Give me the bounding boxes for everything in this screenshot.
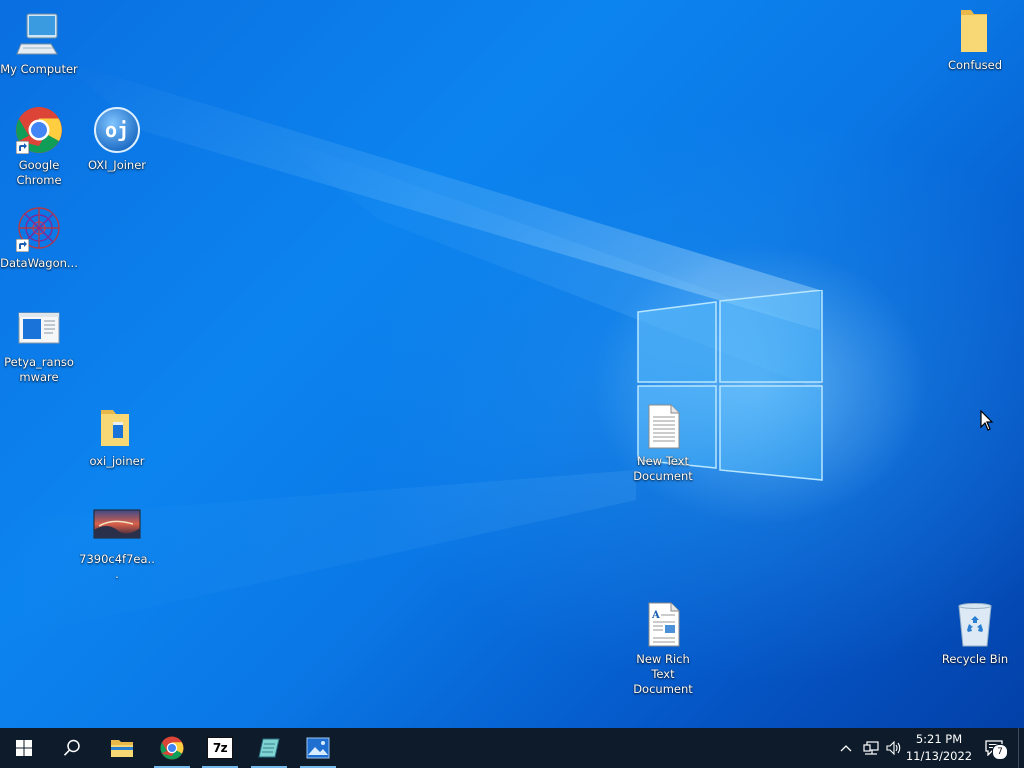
desktop-icon-new-text-document[interactable]: New Text Document <box>624 402 702 484</box>
photos-icon <box>306 737 330 759</box>
search-button[interactable] <box>48 728 96 768</box>
desktop-icon-my-computer[interactable]: My Computer <box>0 10 78 77</box>
desktop-icon-label: New Text Document <box>633 454 693 483</box>
desktop-icon-oxi-joiner-app[interactable]: oj OXI_Joiner <box>78 106 156 173</box>
text-document-icon <box>639 402 687 450</box>
svg-text:A: A <box>651 610 660 621</box>
chrome-icon <box>15 106 63 154</box>
desktop-icon-label: 7390c4f7ea... <box>79 552 155 581</box>
desktop-icon-label: Google Chrome <box>16 158 62 187</box>
desktop[interactable]: My Computer Google Chrome oj OXI_Joiner … <box>0 0 1024 728</box>
desktop-icon-google-chrome[interactable]: Google Chrome <box>0 106 78 188</box>
desktop-icon-label: DataWagon... <box>0 256 78 270</box>
chrome-icon <box>160 736 184 760</box>
desktop-icon-datawagon[interactable]: DataWagon... <box>0 204 78 271</box>
desktop-icon-label: New Rich Text Document <box>633 652 693 696</box>
rich-text-document-icon: A <box>639 600 687 648</box>
mouse-cursor-icon <box>980 410 994 431</box>
desktop-icon-label: My Computer <box>0 62 78 76</box>
computer-icon <box>15 10 63 58</box>
application-window-icon <box>15 303 63 351</box>
network-icon <box>863 741 879 755</box>
desktop-icon-new-rich-text-document[interactable]: A New Rich Text Document <box>624 600 702 697</box>
folder-icon <box>951 6 999 54</box>
desktop-icon-label: oxi_joiner <box>89 454 145 468</box>
network-button[interactable] <box>860 728 882 768</box>
search-icon <box>63 739 80 756</box>
7zip-icon: 7z <box>207 737 233 759</box>
oxi-joiner-app-icon: oj <box>93 106 141 154</box>
image-thumbnail-icon <box>93 500 141 548</box>
7zip-icon-text: 7z <box>212 741 228 755</box>
desktop-icon-petya-ransomware[interactable]: Petya_ransomware <box>0 303 78 385</box>
shortcut-arrow-icon <box>16 141 29 154</box>
7zip-taskbar-button[interactable]: 7z <box>196 728 244 768</box>
notepad-taskbar-button[interactable] <box>245 728 293 768</box>
taskbar: 7z 5:21 PM 11/13/2022 7 <box>0 728 1024 768</box>
desktop-icon-image-file[interactable]: 7390c4f7ea... <box>78 500 156 582</box>
file-explorer-icon <box>111 740 133 757</box>
clock[interactable]: 5:21 PM 11/13/2022 <box>900 731 978 765</box>
clock-time: 5:21 PM <box>915 732 963 746</box>
desktop-icon-label: Petya_ransomware <box>4 355 74 384</box>
desktop-icon-recycle-bin[interactable]: Recycle Bin <box>936 600 1014 667</box>
desktop-icon-oxi-joiner-folder[interactable]: oxi_joiner <box>78 402 156 469</box>
action-center-button[interactable]: 7 <box>980 728 1008 768</box>
shortcut-arrow-icon <box>16 239 29 252</box>
chevron-up-icon <box>840 745 852 752</box>
show-desktop-button[interactable] <box>1018 728 1024 768</box>
folder-icon <box>93 402 141 450</box>
desktop-icon-label: OXI_Joiner <box>87 158 147 172</box>
photos-taskbar-button[interactable] <box>294 728 342 768</box>
show-hidden-icons-button[interactable] <box>836 728 856 768</box>
windows-start-icon <box>16 740 32 756</box>
chrome-taskbar-button[interactable] <box>148 728 196 768</box>
start-button[interactable] <box>0 728 48 768</box>
desktop-icon-label: Confused <box>947 58 1003 72</box>
desktop-icon-label: Recycle Bin <box>941 652 1009 666</box>
desktop-icon-confused-folder[interactable]: Confused <box>936 6 1014 73</box>
notification-count-badge: 7 <box>992 744 1008 760</box>
clock-date: 11/13/2022 <box>905 749 973 763</box>
recycle-bin-icon <box>951 600 999 648</box>
file-explorer-button[interactable] <box>98 728 146 768</box>
notepad-icon <box>258 738 280 758</box>
oxi-badge-text: oj <box>104 118 130 142</box>
datawagon-icon <box>15 204 63 252</box>
